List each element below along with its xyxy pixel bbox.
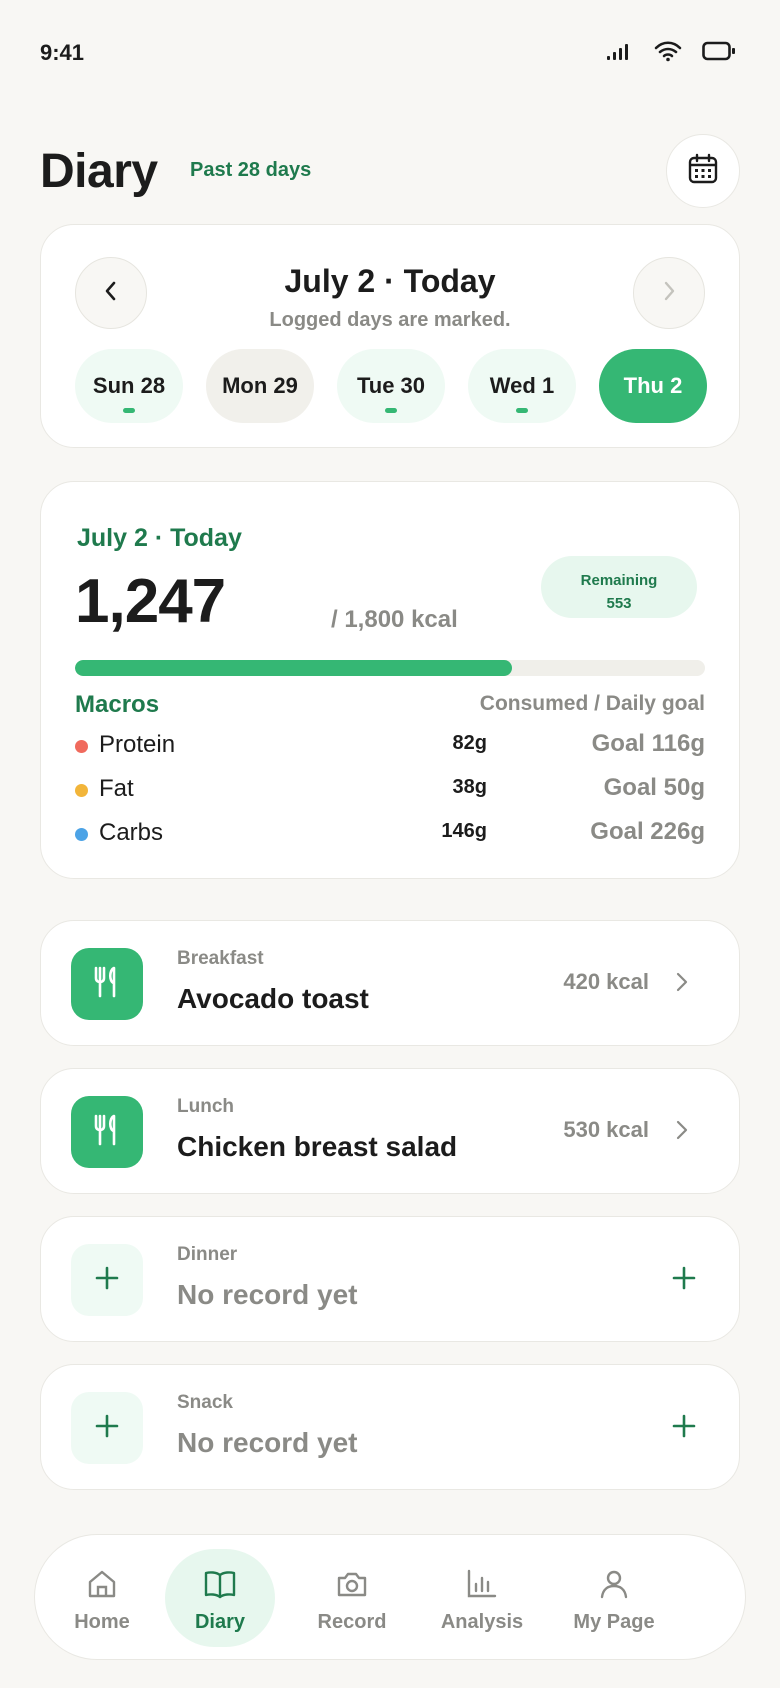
calendar-icon: [687, 153, 719, 190]
macro-goal: Goal 116g: [591, 730, 705, 757]
page-title: Diary: [40, 145, 158, 198]
macros-legend: Consumed / Daily goal: [479, 692, 705, 715]
macro-row-fat: Fat 38g Goal 50g: [75, 771, 705, 807]
consumed-kcal: 1,247: [75, 567, 226, 636]
plus-icon: [671, 1414, 697, 1443]
remaining-badge: Remaining 553: [541, 556, 697, 618]
meal-card-breakfast[interactable]: Breakfast Avocado toast 420 kcal: [40, 920, 740, 1046]
fat-dot: [75, 784, 88, 797]
nav-record[interactable]: Record: [297, 1549, 407, 1647]
add-snack-button[interactable]: [671, 1413, 697, 1444]
nav-analysis[interactable]: Analysis: [427, 1549, 537, 1647]
day-pill[interactable]: Sun 28: [75, 349, 183, 423]
macro-consumed: 146g: [441, 820, 487, 842]
meal-type: Lunch: [177, 1096, 234, 1117]
nav-label: Home: [74, 1611, 130, 1633]
day-label: Thu 2: [623, 373, 683, 398]
nav-label: My Page: [573, 1611, 655, 1633]
plus-icon: [671, 1266, 697, 1295]
macro-row-protein: Protein 82g Goal 116g: [75, 727, 705, 763]
remaining-value: 553: [606, 595, 632, 612]
day-pill[interactable]: Wed 1: [468, 349, 576, 423]
date-hint: Logged days are marked.: [269, 309, 511, 331]
logged-marker: [123, 408, 135, 413]
day-pill-selected[interactable]: Thu 2: [599, 349, 707, 423]
macro-name: Protein: [99, 731, 176, 758]
bottom-navigation: Home Diary Record Analysis My Page: [34, 1534, 746, 1660]
meal-type: Breakfast: [177, 948, 264, 969]
nav-label: Analysis: [440, 1611, 524, 1633]
meal-name: Chicken breast salad: [177, 1131, 458, 1162]
fork-knife-icon: [89, 1112, 125, 1153]
day-label: Tue 30: [356, 373, 426, 398]
calorie-summary-card: July 2 · Today 1,247 / 1,800 kcal Remain…: [40, 481, 740, 879]
page-subtitle: Past 28 days: [190, 159, 312, 181]
logged-marker: [516, 408, 528, 413]
next-day-button[interactable]: [633, 257, 705, 329]
summary-date: July 2 · Today: [77, 524, 242, 552]
plus-icon: [94, 1413, 120, 1444]
meal-name: Avocado toast: [177, 983, 369, 1014]
meal-card-snack[interactable]: Snack No record yet: [40, 1364, 740, 1490]
plus-icon: [94, 1265, 120, 1296]
meal-name: No record yet: [177, 1279, 358, 1310]
add-meal-icon-tile: [71, 1244, 143, 1316]
signal-icon: [606, 41, 634, 61]
day-label: Sun 28: [92, 373, 166, 398]
carbs-dot: [75, 828, 88, 841]
nav-label: Record: [317, 1611, 387, 1633]
page-header: Diary Past 28 days: [40, 132, 740, 208]
chevron-right-icon: [675, 970, 689, 999]
chevron-right-icon: [660, 280, 678, 307]
logged-marker: [385, 408, 397, 413]
chart-icon: [427, 1567, 537, 1601]
home-icon: [47, 1567, 157, 1601]
status-time: 9:41: [40, 40, 85, 65]
user-icon: [559, 1567, 669, 1601]
meal-kcal: 530 kcal: [563, 1117, 649, 1142]
chevron-right-icon: [675, 1118, 689, 1147]
protein-dot: [75, 740, 88, 753]
day-strip: Sun 28 Mon 29 Tue 30 Wed 1 Thu 2: [75, 349, 707, 423]
macro-name: Fat: [99, 775, 134, 802]
nav-diary[interactable]: Diary: [165, 1549, 275, 1647]
meal-card-dinner[interactable]: Dinner No record yet: [40, 1216, 740, 1342]
macros-title: Macros: [75, 691, 160, 718]
status-icons: [606, 40, 736, 62]
day-label: Mon 29: [222, 373, 298, 398]
macro-goal: Goal 50g: [603, 774, 705, 801]
day-pill[interactable]: Tue 30: [337, 349, 445, 423]
camera-icon: [297, 1567, 407, 1601]
date-picker-card: July 2 · Today Logged days are marked. S…: [40, 224, 740, 448]
nav-label: Diary: [194, 1611, 246, 1633]
add-meal-icon-tile: [71, 1392, 143, 1464]
remaining-label: Remaining: [580, 572, 658, 589]
macro-consumed: 38g: [452, 776, 487, 798]
wifi-icon: [654, 40, 682, 62]
macro-consumed: 82g: [452, 732, 487, 754]
macro-row-carbs: Carbs 146g Goal 226g: [75, 815, 705, 851]
calorie-progress-fill: [75, 660, 512, 676]
fork-knife-icon: [89, 964, 125, 1005]
calendar-button[interactable]: [666, 134, 740, 208]
add-dinner-button[interactable]: [671, 1265, 697, 1296]
status-bar: 9:41: [0, 0, 780, 100]
day-pill[interactable]: Mon 29: [206, 349, 314, 423]
meal-kcal: 420 kcal: [563, 969, 649, 994]
meal-icon: [71, 1096, 143, 1168]
nav-my-page[interactable]: My Page: [559, 1549, 669, 1647]
battery-icon: [702, 40, 736, 62]
goal-kcal: / 1,800 kcal: [331, 606, 458, 633]
meal-name: No record yet: [177, 1427, 358, 1458]
meal-type: Dinner: [177, 1244, 238, 1265]
day-label: Wed 1: [489, 373, 555, 398]
meal-card-lunch[interactable]: Lunch Chicken breast salad 530 kcal: [40, 1068, 740, 1194]
nav-home[interactable]: Home: [47, 1549, 157, 1647]
meal-icon: [71, 948, 143, 1020]
calorie-progress-bar: [75, 660, 705, 676]
macro-goal: Goal 226g: [590, 818, 705, 845]
macro-name: Carbs: [99, 819, 164, 846]
meal-type: Snack: [177, 1392, 233, 1413]
book-icon: [165, 1567, 275, 1601]
